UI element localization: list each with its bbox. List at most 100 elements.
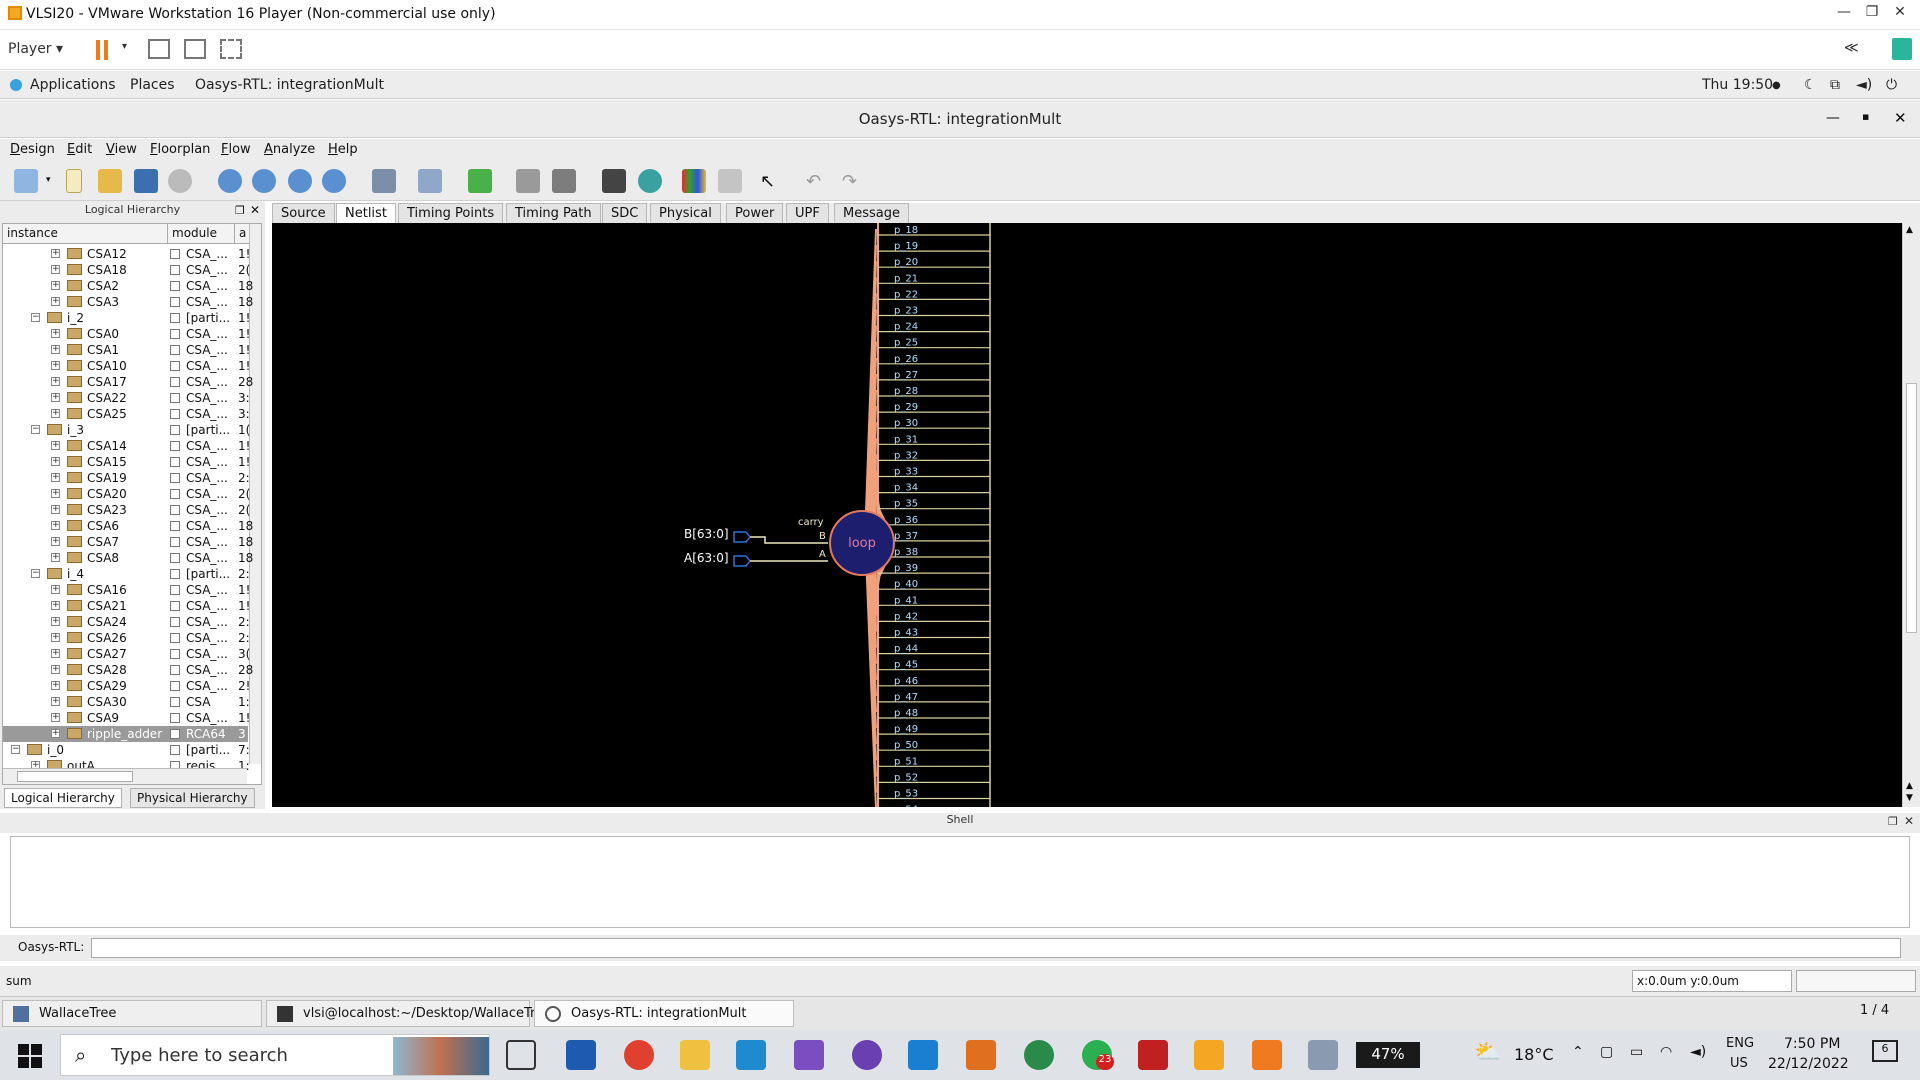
expand-icon[interactable]: + [51, 409, 60, 418]
column-instance[interactable]: instance [3, 224, 168, 244]
tree-row[interactable]: + CSA15 CSA_... 1! [3, 454, 250, 470]
tree-row[interactable]: + CSA21 CSA_... 1! [3, 598, 250, 614]
menu-flow[interactable]: Flow [221, 142, 251, 157]
output-net-label[interactable]: p_42 [894, 611, 918, 622]
output-net-label[interactable]: p_30 [894, 418, 918, 429]
night-mode-icon[interactable]: ☾ [1804, 77, 1817, 93]
layout-icon[interactable] [552, 169, 576, 193]
expand-icon[interactable]: + [51, 505, 60, 514]
tree-row[interactable]: + CSA17 CSA_... 28 [3, 374, 253, 390]
scroll-bottom-icon[interactable]: ▼ [1906, 793, 1913, 803]
netlist-canvas[interactable]: p_18 p_19 p_20 p_21 p_22 p_23 p_24 p_25 p_26 p_27… [272, 223, 1902, 807]
active-window-label[interactable]: Oasys-RTL: integrationMult [195, 77, 384, 93]
tree-hscrollbar[interactable] [3, 768, 247, 784]
task-view-icon[interactable] [506, 1040, 536, 1070]
whatsapp-icon[interactable]: 23 [1082, 1040, 1114, 1070]
expand-icon[interactable]: + [51, 249, 60, 258]
expand-icon[interactable]: + [51, 601, 60, 610]
collapse-icon[interactable]: ≪ [1844, 40, 1859, 64]
tree-row[interactable]: + CSA9 CSA_... 1! [3, 710, 250, 726]
chrome-icon[interactable] [624, 1040, 654, 1070]
windows-start-icon[interactable] [18, 1044, 42, 1068]
expand-icon[interactable]: + [51, 489, 60, 498]
menu-edit[interactable]: Edit [67, 142, 92, 157]
expand-icon[interactable]: + [51, 281, 60, 290]
tree-row[interactable]: + CSA2 CSA_... 18 [3, 278, 253, 294]
applications-menu[interactable]: Applications [30, 77, 116, 93]
close-circle-icon[interactable] [168, 169, 192, 193]
github-icon[interactable] [852, 1040, 882, 1070]
expand-icon[interactable]: + [51, 521, 60, 530]
output-net-label[interactable]: p_49 [894, 724, 918, 735]
output-net-label[interactable]: p_51 [894, 756, 918, 767]
output-net-label[interactable]: p_35 [894, 499, 918, 510]
collapse-icon[interactable]: − [31, 313, 40, 322]
tree-icon[interactable] [468, 169, 492, 193]
tree-row[interactable]: + CSA10 CSA_... 1! [3, 358, 250, 374]
tree-row[interactable]: + CSA6 CSA_... 18 [3, 518, 253, 534]
vlc-icon[interactable] [1252, 1040, 1282, 1070]
expand-icon[interactable]: + [51, 297, 60, 306]
minimize-icon[interactable]: — [1830, 4, 1858, 26]
color-grid-icon[interactable] [682, 169, 706, 193]
task-oasys[interactable]: Oasys-RTL: integrationMult [534, 1000, 794, 1027]
player-menu-button[interactable]: Player ▾ [8, 41, 63, 65]
output-net-label[interactable]: p_28 [894, 386, 918, 397]
send-ctrl-alt-del-icon[interactable] [148, 39, 170, 59]
tab-timing-path[interactable]: Timing Path [506, 203, 601, 223]
canvas-vscrollbar[interactable]: ▲ ▲ ▼ [1902, 223, 1920, 807]
fullscreen-icon[interactable] [184, 39, 206, 59]
tab-netlist[interactable]: Netlist [336, 203, 396, 223]
tab-sdc[interactable]: SDC [602, 203, 648, 223]
tab-logical-hierarchy[interactable]: Logical Hierarchy [4, 788, 122, 808]
output-net-label[interactable]: p_19 [894, 241, 918, 252]
output-net-label[interactable]: p_18 [894, 225, 918, 236]
input-b-port[interactable]: B[63:0] [684, 527, 828, 544]
expand-icon[interactable]: + [51, 473, 60, 482]
expand-icon[interactable]: + [51, 377, 60, 386]
tray-volume-icon[interactable]: ◄) [1690, 1044, 1706, 1060]
paint-icon[interactable] [1308, 1040, 1338, 1070]
expand-icon[interactable]: + [51, 681, 60, 690]
output-net-label[interactable]: p_23 [894, 306, 918, 317]
tree-row[interactable]: + CSA29 CSA_... 2! [3, 678, 250, 694]
output-net-label[interactable]: p_37 [894, 531, 918, 542]
output-net-label[interactable]: p_20 [894, 257, 918, 268]
vmware-taskbar-icon[interactable] [1194, 1040, 1224, 1070]
tree-row[interactable]: + CSA12 CSA_... 1! [3, 246, 250, 262]
tray-battery-icon[interactable]: ▭ [1630, 1044, 1643, 1060]
file-explorer-icon[interactable] [680, 1040, 710, 1070]
shell-command-input[interactable] [91, 938, 1901, 958]
battery-meter[interactable]: 47% [1356, 1042, 1420, 1068]
output-net-label[interactable]: p_41 [894, 595, 918, 606]
restore-icon[interactable]: ❐ [1858, 4, 1886, 26]
tree-row[interactable]: + CSA25 CSA_... 3: [3, 406, 250, 422]
menu-design[interactable]: Design [10, 142, 55, 157]
column-module[interactable]: module [168, 224, 235, 244]
output-net-label[interactable]: p_47 [894, 692, 918, 703]
tree-row[interactable]: + CSA16 CSA_... 1! [3, 582, 250, 598]
shell-float-icon[interactable]: ❐ [1888, 815, 1898, 828]
app-close-icon[interactable]: ✕ [1894, 109, 1907, 127]
schematic-icon[interactable] [372, 169, 396, 193]
float-panel-icon[interactable]: ❐ [235, 204, 245, 217]
expand-icon[interactable]: + [51, 393, 60, 402]
shell-close-icon[interactable]: ✕ [1904, 814, 1914, 828]
workspace-pager[interactable]: 1 / 4 [1860, 1003, 1889, 1018]
output-net-label[interactable]: p_24 [894, 322, 918, 333]
store-icon[interactable] [566, 1040, 596, 1070]
output-net-label[interactable]: p_45 [894, 660, 918, 671]
tab-upf[interactable]: UPF [786, 203, 829, 223]
output-net-label[interactable]: p_22 [894, 289, 918, 300]
tree-row[interactable]: + CSA8 CSA_... 18 [3, 550, 253, 566]
language-label[interactable]: ENG [1726, 1036, 1754, 1051]
camera-dropdown-icon[interactable]: ▾ [46, 175, 51, 185]
power-icon[interactable]: ⏻ [1886, 77, 1897, 93]
tree-row[interactable]: + CSA1 CSA_... 1! [3, 342, 250, 358]
tree-row[interactable]: + CSA30 CSA 1: [3, 694, 250, 710]
shell-output[interactable] [10, 836, 1910, 928]
notifications-icon[interactable]: 6 [1872, 1040, 1898, 1062]
output-net-label[interactable]: p_31 [894, 434, 918, 445]
collapse-icon[interactable]: − [11, 745, 20, 754]
vm-messages-icon[interactable] [1892, 38, 1912, 60]
